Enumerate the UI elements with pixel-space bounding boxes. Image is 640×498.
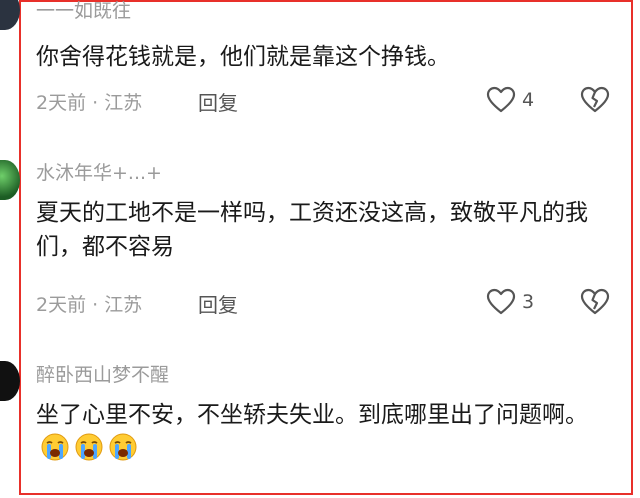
like-count: 3	[522, 291, 535, 313]
avatar[interactable]	[0, 361, 20, 401]
comment-text: 夏天的工地不是一样吗，工资还没这高，致敬平凡的我们，都不容易	[36, 200, 588, 260]
reply-button[interactable]: 回复	[198, 87, 238, 116]
comment-username[interactable]: 醉卧西山梦不醒	[36, 360, 169, 387]
heart-outline-icon	[486, 86, 516, 113]
reply-button[interactable]: 回复	[198, 289, 238, 318]
comment-username[interactable]: 水沐年华+...+	[36, 158, 162, 185]
avatar[interactable]	[0, 160, 20, 200]
comment-meta: 2天前 · 江苏	[36, 92, 143, 114]
loudly-crying-face-icon	[108, 432, 138, 472]
dislike-button[interactable]	[580, 86, 610, 118]
avatar[interactable]	[0, 0, 20, 30]
broken-heart-icon	[580, 288, 610, 315]
comment-text: 你舍得花钱就是，他们就是靠这个挣钱。	[36, 44, 450, 70]
comment-text-content: 坐了心里不安，不坐轿夫失业。到底哪里出了问题啊。	[36, 402, 588, 428]
heart-outline-icon	[486, 288, 516, 315]
broken-heart-icon	[580, 86, 610, 113]
loudly-crying-face-icon	[40, 432, 70, 472]
loudly-crying-face-icon	[74, 432, 104, 472]
comment-text: 坐了心里不安，不坐轿夫失业。到底哪里出了问题啊。	[36, 398, 596, 472]
comment-meta: 2天前 · 江苏	[36, 294, 143, 316]
like-count: 4	[522, 89, 535, 111]
like-button[interactable]: 4	[486, 86, 534, 114]
comment-username[interactable]: 一一如既往	[36, 0, 131, 23]
dislike-button[interactable]	[580, 288, 610, 320]
like-button[interactable]: 3	[486, 288, 534, 316]
